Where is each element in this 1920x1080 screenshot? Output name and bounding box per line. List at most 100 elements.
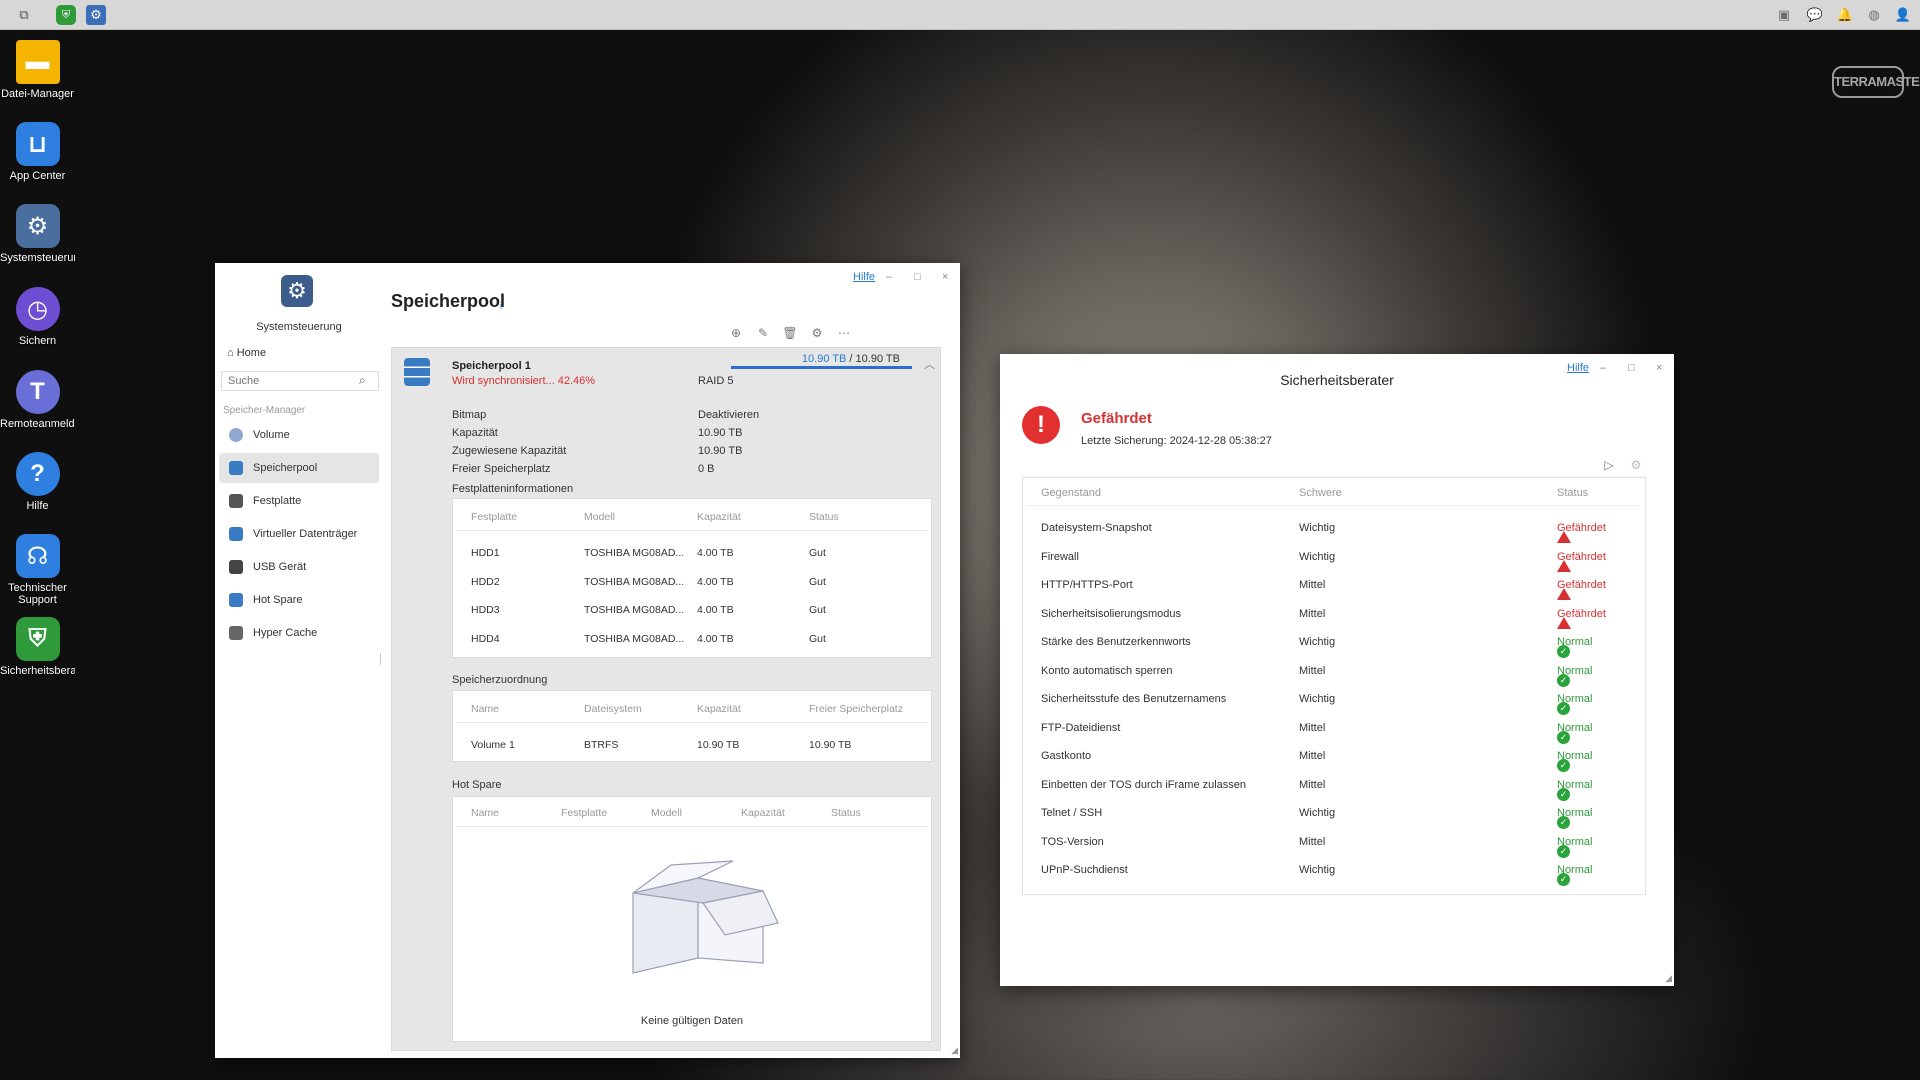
table-header-cell[interactable]: Kapazität	[697, 511, 741, 523]
desktop-icon-glyph: ▬	[25, 48, 50, 75]
table-row[interactable]: HDD1 TOSHIBA MG08AD... 4.00 TB Gut	[453, 539, 931, 567]
sidebar-search-input[interactable]	[221, 371, 379, 391]
delete-icon[interactable]: 🗑	[782, 325, 798, 341]
check-item-name: TOS-Version	[1041, 835, 1104, 848]
sidebar-item-label: Speicherpool	[253, 462, 318, 474]
table-row[interactable]: Sicherheitsisolierungsmodus Mittel Gefährd…	[1023, 599, 1645, 629]
desktop-icon-label: Remoteanmeldu	[0, 418, 75, 430]
create-icon[interactable]: ⊕	[728, 325, 744, 341]
table-header-cell[interactable]: Modell	[584, 511, 615, 523]
desktop-icon[interactable]: ⛨ Sicherheitsberal	[0, 617, 75, 677]
user-avatar-icon[interactable]: 👤	[1894, 6, 1912, 24]
empty-state-text: Keine gültigen Daten	[640, 1015, 744, 1027]
advisor-resize-handle[interactable]: ◢	[1665, 973, 1672, 984]
desktop-icon[interactable]: ◷ Sichern	[0, 287, 75, 347]
language-globe-icon[interactable]: ◍	[1865, 6, 1883, 24]
table-header-cell[interactable]: Kapazität	[697, 703, 741, 715]
sidebar-item[interactable]: USB Gerät	[219, 552, 379, 582]
security-advisor-window: Hilfe – □ × Sicherheitsberater ! Gefährd…	[1000, 354, 1674, 986]
table-header-cell[interactable]: Name	[471, 807, 499, 819]
table-row[interactable]: Dateisystem-Snapshot Wichtig Gefährdet	[1023, 513, 1645, 543]
table-row[interactable]: Gastkonto Mittel ✓ Normal	[1023, 741, 1645, 772]
table-header-cell[interactable]: Status	[1557, 487, 1588, 499]
taskbar-security-advisor-icon[interactable]: ⛨	[56, 5, 76, 25]
table-header-cell[interactable]: Festplatte	[561, 807, 607, 819]
pool-detail-key: Bitmap	[452, 409, 487, 421]
table-header-cell[interactable]: Status	[831, 807, 861, 819]
table-row[interactable]: Einbetten der TOS durch iFrame zulassen M…	[1023, 770, 1645, 801]
chat-icon[interactable]: 💬	[1806, 6, 1824, 24]
table-row[interactable]: Volume 1 BTRFS 10.90 TB 10.90 TB	[453, 731, 931, 759]
desktop-icon-label: App Center	[9, 170, 66, 182]
table-row[interactable]: HTTP/HTTPS-Port Mittel Gefährdet	[1023, 570, 1645, 600]
sidebar-item[interactable]: Hot Spare	[219, 585, 379, 615]
table-row[interactable]: TOS-Version Mittel ✓ Normal	[1023, 827, 1645, 858]
edit-icon[interactable]: ✎	[755, 325, 771, 341]
pool-detail-value: 0 B	[698, 463, 715, 475]
table-row[interactable]: HDD2 TOSHIBA MG08AD... 4.00 TB Gut	[453, 568, 931, 596]
table-row[interactable]: Konto automatisch sperren Mittel ✓ Normal	[1023, 656, 1645, 687]
table-cell: HDD1	[471, 547, 500, 559]
check-severity: Mittel	[1299, 778, 1326, 791]
sidebar-home-link[interactable]: ⌂ Home	[227, 347, 266, 359]
desktop-icon[interactable]: ⊔ App Center	[0, 122, 75, 182]
table-header-cell[interactable]: Kapazität	[741, 807, 785, 819]
table-row[interactable]: Stärke des Benutzerkennworts Wichtig ✓ Norm…	[1023, 627, 1645, 658]
search-icon[interactable]: ⌕	[359, 373, 366, 388]
resize-handle[interactable]: ◢	[951, 1045, 958, 1056]
table-row[interactable]: Sicherheitsstufe des Benutzernamens Wicht…	[1023, 684, 1645, 715]
table-header-cell[interactable]: Gegenstand	[1041, 487, 1101, 499]
table-cell: TOSHIBA MG08AD...	[584, 632, 685, 645]
sidebar-item[interactable]: Hyper Cache	[219, 618, 379, 648]
table-header-cell[interactable]: Dateisystem	[584, 703, 642, 715]
table-header-cell[interactable]: Status	[809, 511, 839, 523]
more-options-icon[interactable]: ⋯	[836, 325, 852, 341]
settings-gear-icon[interactable]: ⚙	[809, 325, 825, 341]
table-row[interactable]: HDD4 TOSHIBA MG08AD... 4.00 TB Gut	[453, 625, 931, 653]
table-row[interactable]: HDD3 TOSHIBA MG08AD... 4.00 TB Gut	[453, 596, 931, 624]
desktop-icon[interactable]: ? Hilfe	[0, 452, 75, 512]
sidebar-item[interactable]: Virtueller Datenträger	[219, 519, 379, 549]
sidebar-item[interactable]: Speicherpool	[219, 453, 379, 483]
table-header-cell[interactable]: Festplatte	[471, 511, 517, 523]
check-severity: Mittel	[1299, 607, 1326, 620]
hot-spare-table: Name Festplatte Modell Kapazität Status Kein…	[452, 796, 932, 1042]
desktop-toggle-icon[interactable]: ⧉	[14, 5, 34, 25]
table-row[interactable]: Firewall Wichtig Gefährdet	[1023, 542, 1645, 572]
check-severity: Mittel	[1299, 721, 1326, 734]
sidebar-item[interactable]: Volume	[219, 420, 379, 450]
check-severity: Wichtig	[1299, 522, 1336, 534]
desktop-icon-glyph: ⊔	[27, 130, 48, 158]
taskbar-control-panel-icon[interactable]: ⚙	[86, 5, 106, 25]
notification-bell-icon[interactable]: 🔔	[1836, 6, 1854, 24]
empty-box-illustration	[632, 860, 779, 974]
desktop-icon-glyph: ⚙	[26, 212, 49, 240]
table-row[interactable]: UPnP-Suchdienst Wichtig ✓ Normal	[1023, 855, 1645, 886]
desktop-icon[interactable]: ⚙ Systemsteuerun	[0, 204, 75, 264]
check-severity: Wichtig	[1299, 864, 1336, 876]
collapse-chevron-up-icon[interactable]: ︿	[924, 356, 935, 372]
desktop-icon-label: Systemsteuerun	[0, 252, 75, 264]
table-header-cell[interactable]: Modell	[651, 807, 682, 819]
desktop-icon[interactable]: ☊ Technischer Support	[0, 534, 75, 606]
info-icon[interactable]: i	[496, 301, 506, 311]
table-header-cell[interactable]: Name	[471, 703, 499, 715]
scan-play-icon[interactable]: ▷	[1602, 458, 1616, 472]
task-monitor-icon[interactable]: ▣	[1775, 6, 1793, 24]
disk-table: Festplatte Modell Kapazität Status HDD1 TOSHI…	[452, 498, 932, 658]
advisor-settings-icon[interactable]: ⚙	[1629, 458, 1643, 472]
sidebar-divider[interactable]	[380, 653, 381, 665]
pool-detail-value: 10.90 TB	[698, 445, 743, 457]
table-row[interactable]: FTP-Dateidienst Mittel ✓ Normal	[1023, 713, 1645, 744]
table-row[interactable]: Telnet / SSH Wichtig ✓ Normal	[1023, 798, 1645, 829]
pool-detail-row: Bitmap Deaktivieren	[452, 409, 759, 421]
advisor-title: Sicherheitsberater	[1280, 372, 1394, 388]
table-header-cell[interactable]: Schwere	[1299, 487, 1342, 499]
check-item-name: Sicherheitsisolierungsmodus	[1041, 607, 1182, 620]
sidebar-item[interactable]: Festplatte	[219, 486, 379, 516]
desktop-icon[interactable]: ▬ Datei-Manager	[0, 40, 75, 100]
desktop-icon[interactable]: T Remoteanmeldu	[0, 370, 75, 430]
table-header-cell[interactable]: Freier Speicherplatz	[809, 703, 903, 715]
table-cell: HDD3	[471, 604, 500, 616]
table-cell: HDD2	[471, 575, 500, 588]
